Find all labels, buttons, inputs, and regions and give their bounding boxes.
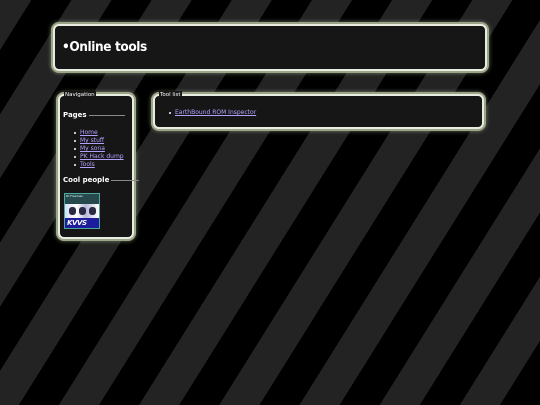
nav-link-my-stuff[interactable]: My stuff bbox=[80, 137, 104, 144]
cool-people-button-link[interactable]: Dr.Freeman KVVS bbox=[64, 193, 100, 229]
list-item: Home bbox=[74, 129, 124, 137]
nav-link-home[interactable]: Home bbox=[80, 129, 98, 136]
nav-link-tools[interactable]: Tools bbox=[80, 161, 95, 168]
list-item: My sona bbox=[74, 145, 124, 153]
character-face-icon bbox=[69, 207, 76, 215]
cool-people-heading-label: Cool people bbox=[63, 176, 110, 184]
character-face-icon bbox=[79, 207, 86, 215]
header-banner: •Online tools bbox=[53, 24, 487, 71]
pages-heading: Pages bbox=[63, 111, 125, 119]
tool-list-legend: Tool list bbox=[159, 91, 182, 99]
cool-people-heading-rule bbox=[111, 179, 140, 181]
tool-list-panel: Tool list EarthBound ROM Inspector bbox=[153, 91, 484, 129]
pages-heading-label: Pages bbox=[63, 111, 87, 119]
list-item: EarthBound ROM Inspector bbox=[168, 109, 256, 117]
button-top-text: Dr.Freeman bbox=[66, 194, 84, 198]
navigation-legend: Navigation bbox=[64, 91, 96, 99]
list-item: My stuff bbox=[74, 137, 124, 145]
pages-list: Home My stuff My sona PK Hack dump Tools bbox=[74, 129, 124, 169]
cool-people-heading: Cool people bbox=[63, 176, 140, 184]
tool-link-earthbound-rom-inspector[interactable]: EarthBound ROM Inspector bbox=[175, 109, 256, 116]
navigation-panel: Navigation Pages Home My stuff My sona P… bbox=[58, 91, 140, 239]
list-item: PK Hack dump bbox=[74, 153, 124, 161]
pages-heading-rule bbox=[88, 114, 125, 116]
list-item: Tools bbox=[74, 161, 124, 169]
page-title: •Online tools bbox=[62, 39, 147, 55]
button-logo-text: KVVS bbox=[67, 219, 87, 227]
nav-link-pk-hack-dump[interactable]: PK Hack dump bbox=[80, 153, 124, 160]
character-face-icon bbox=[89, 207, 96, 215]
tool-list: EarthBound ROM Inspector bbox=[168, 109, 256, 117]
nav-link-my-sona[interactable]: My sona bbox=[80, 145, 105, 152]
